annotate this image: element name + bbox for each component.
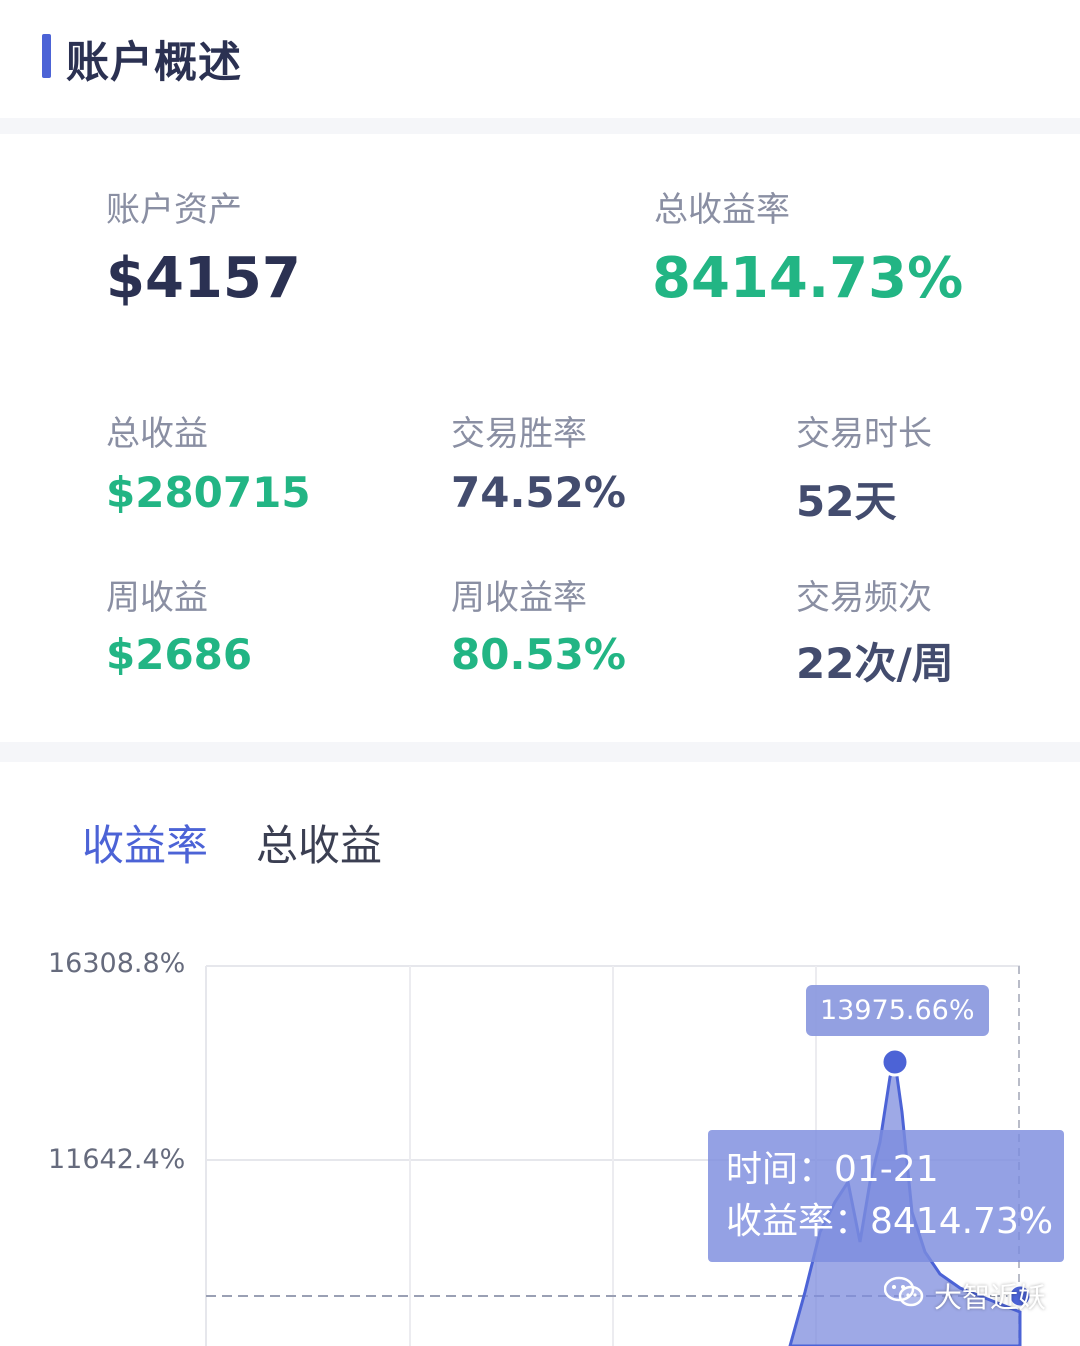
chart-tabs: 收益率 总收益 <box>0 762 1080 912</box>
watermark-text: 大智近妖 <box>933 1280 1046 1314</box>
account-stats-panel: 账户资产 $4157 总收益率 8414.73% 总收益 $280715 交易胜… <box>0 134 1080 742</box>
total-profit-value: $280715 <box>106 468 311 517</box>
trading-duration-label: 交易时长 <box>796 414 932 454</box>
wechat-icon <box>883 1275 924 1316</box>
page-title: 账户概述 <box>66 38 242 88</box>
tooltip-time: 时间：01-21 <box>726 1149 939 1190</box>
tab-return-rate[interactable]: 收益率 <box>82 812 208 873</box>
chart-tooltip: 时间：01-21 收益率：8414.73% <box>708 1130 1064 1262</box>
trading-frequency-value: 22次/周 <box>796 639 954 688</box>
assets-label: 账户资产 <box>106 190 242 230</box>
total-return-rate-label: 总收益率 <box>654 190 790 230</box>
header-accent-bar <box>42 34 51 78</box>
assets-value: $4157 <box>106 246 301 311</box>
total-return-rate-value: 8414.73% <box>652 246 964 311</box>
total-profit-label: 总收益 <box>106 414 208 454</box>
return-rate-chart: 16308.8% 11642.4% 13975.66% 时间：01-21 收益率… <box>0 912 1080 1346</box>
win-rate-value: 74.52% <box>451 468 626 517</box>
tooltip-rate: 收益率：8414.73% <box>726 1201 1054 1242</box>
weekly-return-rate-label: 周收益率 <box>451 578 587 618</box>
trading-duration-value: 52天 <box>796 477 897 526</box>
weekly-profit-value: $2686 <box>106 630 253 679</box>
peak-value-badge: 13975.66% <box>806 985 989 1036</box>
divider <box>0 118 1080 134</box>
trading-frequency-label: 交易频次 <box>796 578 932 618</box>
watermark: 大智近妖 <box>883 1275 1046 1316</box>
divider <box>0 742 1080 762</box>
win-rate-label: 交易胜率 <box>451 414 587 454</box>
peak-point <box>880 1047 910 1077</box>
weekly-return-rate-value: 80.53% <box>451 630 626 679</box>
weekly-profit-label: 周收益 <box>106 578 208 618</box>
section-header: 账户概述 <box>0 0 1080 118</box>
tab-total-profit[interactable]: 总收益 <box>256 812 382 873</box>
